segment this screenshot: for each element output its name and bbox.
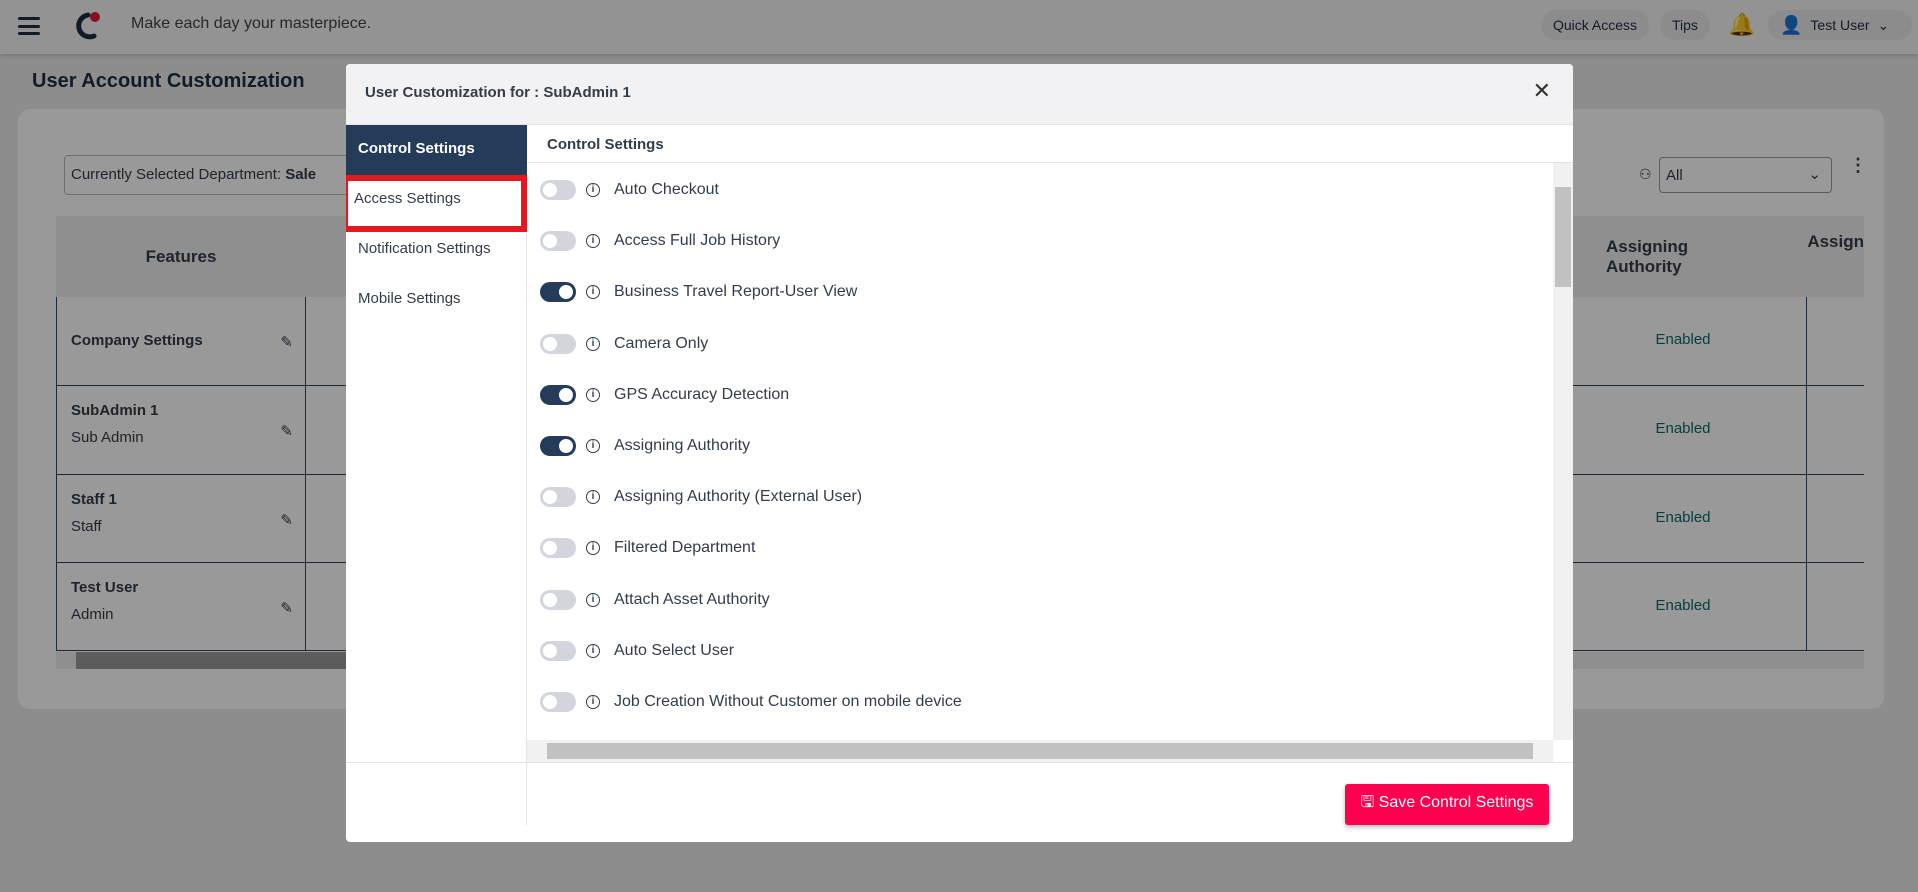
nav-item-mobile-settings[interactable]: Mobile Settings [346,275,527,325]
setting-row: i Attach Asset Authority [527,588,770,612]
setting-row: i Job Creation Without Customer on mobile… [527,690,962,714]
setting-label: Filtered Department [614,539,756,557]
close-icon[interactable]: ✕ [1533,78,1551,104]
toggle-switch[interactable] [540,384,576,405]
nav-item-notification-settings[interactable]: Notification Settings [346,225,527,275]
user-customization-modal: User Customization for : SubAdmin 1 ✕ Con… [346,64,1573,842]
nav-item-control-settings[interactable]: Control Settings [346,125,527,175]
toggle-switch[interactable] [540,282,576,303]
setting-label: Access Full Job History [614,232,781,250]
info-icon[interactable]: i [586,592,600,607]
info-icon[interactable]: i [586,643,600,658]
info-icon[interactable]: i [586,336,600,351]
settings-nav: Control Settings Access Settings Notificat… [346,125,527,825]
setting-row: i Assigning Authority (External User) [527,485,862,509]
toggle-switch[interactable] [540,333,576,354]
setting-row: i GPS Accuracy Detection [527,383,789,407]
save-icon: 🖫 [1360,794,1379,811]
setting-row: i Assigning Authority [527,434,750,458]
toggle-switch[interactable] [540,692,576,712]
save-control-settings-button[interactable]: 🖫 Save Control Settings [1345,784,1549,825]
setting-row: i Camera Only [527,332,708,356]
save-label: Save Control Settings [1378,794,1534,811]
toggle-switch[interactable] [540,589,576,610]
setting-label: Camera Only [614,334,709,352]
toggle-switch[interactable] [540,231,576,252]
vertical-scrollbar[interactable] [1553,163,1573,740]
setting-label: Auto Select User [614,641,735,659]
setting-row: i Filtered Department [527,536,755,560]
info-icon[interactable]: i [586,234,600,249]
toggle-switch[interactable] [540,538,576,559]
info-icon[interactable]: i [586,695,600,709]
content-header: Control Settings [527,125,1573,163]
toggle-switch[interactable] [540,487,576,508]
setting-label: Business Travel Report-User View [614,283,858,301]
setting-row: i Access Full Job History [527,229,780,253]
info-icon[interactable]: i [586,183,600,197]
modal-header: User Customization for : SubAdmin 1 ✕ [346,64,1573,125]
info-icon[interactable]: i [586,490,600,505]
setting-label: Job Creation Without Customer on mobile … [614,693,962,710]
toggle-switch[interactable] [540,436,576,456]
setting-label: Auto Checkout [614,181,719,198]
toggle-switch[interactable] [540,180,576,200]
toggle-switch[interactable] [540,640,576,661]
modal-title: User Customization for : SubAdmin 1 [365,84,631,101]
info-icon[interactable]: i [586,439,600,453]
horizontal-scrollbar[interactable] [527,740,1553,762]
info-icon[interactable]: i [586,387,600,402]
setting-row: i Business Travel Report-User View [527,280,857,304]
setting-label: Assigning Authority [614,437,751,454]
setting-row: i Auto Select User [527,639,734,663]
settings-list: i Auto Checkout i Access Full Job History i B… [527,163,1553,740]
setting-label: GPS Accuracy Detection [614,385,790,403]
setting-label: Assigning Authority (External User) [614,488,863,506]
info-icon[interactable]: i [586,541,600,556]
setting-label: Attach Asset Authority [614,590,770,608]
info-icon[interactable]: i [586,285,600,300]
setting-row: i Auto Checkout [527,178,719,202]
nav-item-access-settings[interactable]: Access Settings [346,175,527,232]
modal-footer [346,762,1573,763]
